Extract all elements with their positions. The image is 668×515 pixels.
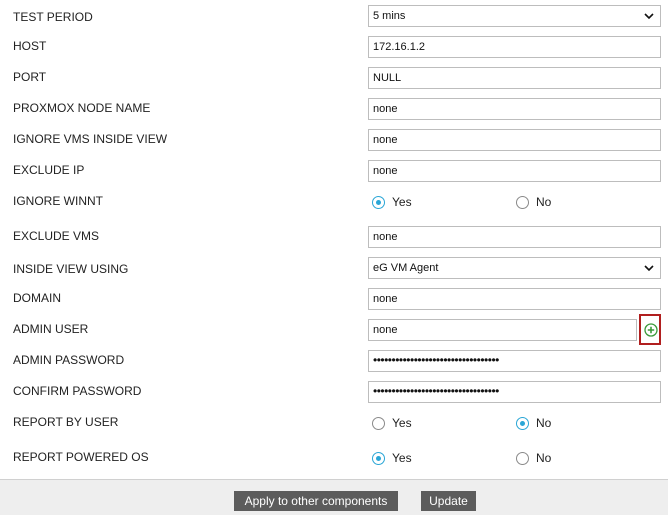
proxmox-node-name-input[interactable]: none <box>368 98 661 120</box>
report-by-user-no-radio[interactable] <box>516 416 529 430</box>
confirm-password-label: CONFIRM PASSWORD <box>13 384 142 398</box>
ignore-vms-inside-view-input[interactable]: none <box>368 129 661 151</box>
ignore-winnt-yes-option[interactable]: Yes <box>372 192 412 212</box>
ignore-winnt-yes-label: Yes <box>392 195 412 209</box>
report-powered-os-no-radio[interactable] <box>516 451 529 465</box>
inside-view-using-value: eG VM Agent <box>373 262 439 274</box>
exclude-vms-input[interactable]: none <box>368 226 661 248</box>
exclude-vms-label: EXCLUDE VMS <box>13 229 100 243</box>
admin-user-label: ADMIN USER <box>13 322 89 336</box>
inside-view-using-label: INSIDE VIEW USING <box>13 262 129 276</box>
update-button[interactable]: Update <box>421 491 476 511</box>
report-by-user-yes-radio[interactable] <box>372 416 385 430</box>
report-by-user-no-option[interactable]: No <box>516 413 551 433</box>
report-powered-os-no-label: No <box>536 451 552 465</box>
chevron-down-icon <box>644 265 654 272</box>
test-period-label: TEST PERIOD <box>13 10 93 24</box>
ignore-winnt-no-option[interactable]: No <box>516 192 551 212</box>
ignore-winnt-radio-group: Yes No <box>372 192 662 212</box>
port-label: PORT <box>13 70 47 84</box>
plus-circle-icon <box>644 323 658 337</box>
report-powered-os-yes-option[interactable]: Yes <box>372 448 412 468</box>
inside-view-using-select[interactable]: eG VM Agent <box>368 257 661 279</box>
exclude-ip-input[interactable]: none <box>368 160 661 182</box>
ignore-winnt-label: IGNORE WINNT <box>13 194 103 208</box>
report-powered-os-label: REPORT POWERED OS <box>13 450 149 464</box>
admin-user-input[interactable]: none <box>368 319 637 341</box>
form-footer: Apply to other components Update <box>0 479 668 515</box>
report-powered-os-radio-group: Yes No <box>372 448 662 468</box>
report-powered-os-yes-radio[interactable] <box>372 451 385 465</box>
report-powered-os-no-option[interactable]: No <box>516 448 551 468</box>
confirm-password-input[interactable]: •••••••••••••••••••••••••••••••••• <box>368 381 661 403</box>
test-period-value: 5 mins <box>373 10 406 22</box>
host-input[interactable]: 172.16.1.2 <box>368 36 661 58</box>
report-powered-os-yes-label: Yes <box>392 451 412 465</box>
host-label: HOST <box>13 39 47 53</box>
domain-label: DOMAIN <box>13 291 61 305</box>
apply-to-other-components-button[interactable]: Apply to other components <box>234 491 398 511</box>
admin-password-input[interactable]: •••••••••••••••••••••••••••••••••• <box>368 350 661 372</box>
exclude-ip-label: EXCLUDE IP <box>13 163 85 177</box>
report-by-user-radio-group: Yes No <box>372 413 662 433</box>
report-by-user-no-label: No <box>536 416 552 430</box>
report-by-user-label: REPORT BY USER <box>13 415 119 429</box>
ignore-winnt-yes-radio[interactable] <box>372 195 385 209</box>
test-period-select[interactable]: 5 mins <box>368 5 661 27</box>
port-input[interactable]: NULL <box>368 67 661 89</box>
add-admin-user-button[interactable] <box>639 314 661 345</box>
chevron-down-icon <box>644 13 654 20</box>
report-by-user-yes-label: Yes <box>392 416 412 430</box>
admin-password-label: ADMIN PASSWORD <box>13 353 125 367</box>
proxmox-node-name-label: PROXMOX NODE NAME <box>13 101 151 115</box>
ignore-vms-inside-view-label: IGNORE VMS INSIDE VIEW <box>13 132 168 146</box>
domain-input[interactable]: none <box>368 288 661 310</box>
report-by-user-yes-option[interactable]: Yes <box>372 413 412 433</box>
ignore-winnt-no-radio[interactable] <box>516 195 529 209</box>
ignore-winnt-no-label: No <box>536 195 552 209</box>
